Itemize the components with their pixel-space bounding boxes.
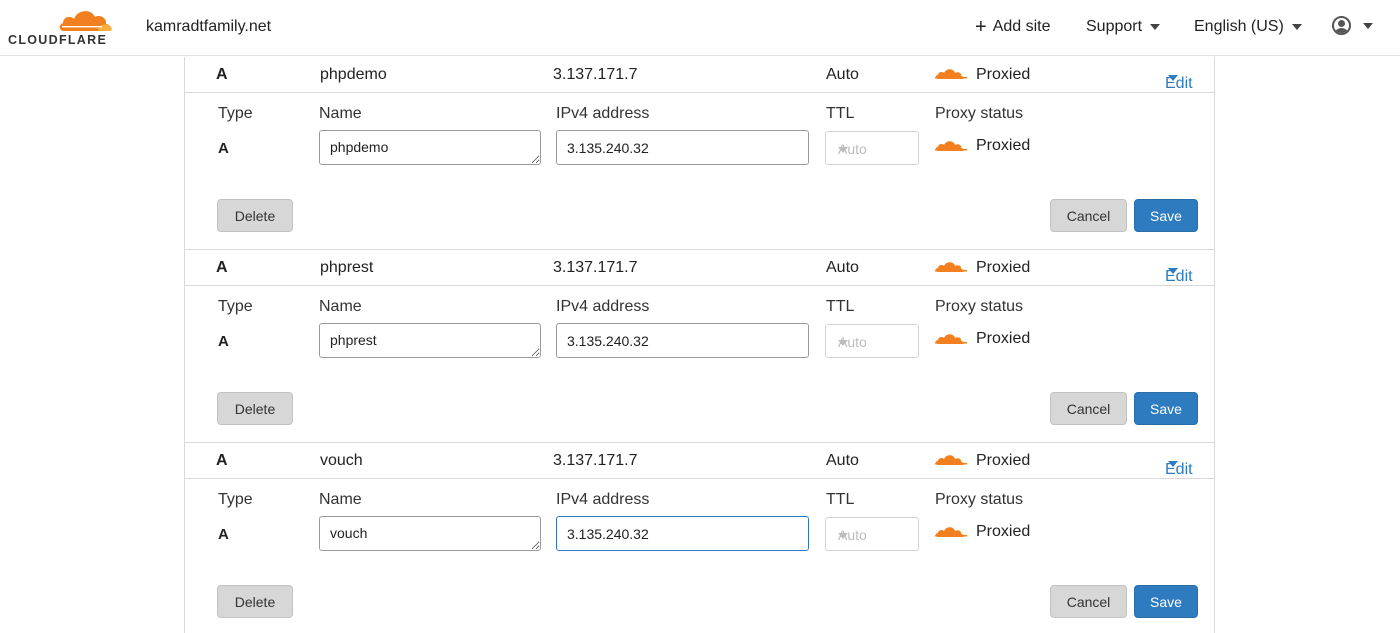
delete-button[interactable]: Delete: [217, 199, 293, 232]
cloudflare-logo[interactable]: CLOUDFLARE: [8, 6, 116, 48]
name-input[interactable]: phpdemo: [319, 130, 541, 165]
chevron-down-icon: [1363, 22, 1373, 29]
save-button[interactable]: Save: [1134, 199, 1198, 232]
logo-wordmark: CLOUDFLARE: [8, 33, 108, 47]
add-site-label: Add site: [992, 18, 1051, 35]
ipv4-input[interactable]: [556, 130, 809, 165]
ttl-select[interactable]: Auto: [825, 324, 919, 358]
record-content: 3.137.171.7: [553, 66, 638, 83]
ttl-select[interactable]: Auto: [825, 131, 919, 165]
record-proxy-status: Proxied: [976, 259, 1031, 276]
caret-down-icon: [1168, 461, 1178, 467]
type-label: Type: [218, 491, 253, 508]
proxied-cloud-icon: [935, 334, 967, 344]
support-menu[interactable]: Support: [1086, 18, 1161, 36]
ipv4-input[interactable]: [556, 323, 809, 358]
record-edit-form: Type Name IPv4 address TTL Proxy status …: [185, 286, 1214, 443]
chevron-down-icon: [838, 147, 848, 153]
record-ttl: Auto: [826, 66, 859, 83]
record-name: vouch: [320, 452, 363, 469]
proxy-status-value: Proxied: [976, 330, 1031, 347]
top-nav: CLOUDFLARE kamradtfamily.net + Add site …: [0, 0, 1400, 56]
type-label: Type: [218, 105, 253, 122]
ipv4-label: IPv4 address: [556, 105, 650, 122]
user-menu[interactable]: [1332, 16, 1373, 35]
ttl-select[interactable]: Auto: [825, 517, 919, 551]
user-avatar-icon: [1332, 16, 1351, 35]
chevron-down-icon: [838, 533, 848, 539]
record-content: 3.137.171.7: [553, 259, 638, 276]
add-site-link[interactable]: + Add site: [975, 16, 1051, 38]
save-button[interactable]: Save: [1134, 585, 1198, 618]
cancel-button[interactable]: Cancel: [1050, 199, 1127, 232]
cancel-button[interactable]: Cancel: [1050, 392, 1127, 425]
dns-record: A phpdemo 3.137.171.7 Auto Proxied Edit …: [185, 57, 1214, 250]
chevron-down-icon: [1291, 24, 1302, 30]
record-edit-form: Type Name IPv4 address TTL Proxy status …: [185, 479, 1214, 633]
proxy-status-label: Proxy status: [935, 298, 1024, 315]
caret-down-icon: [1168, 75, 1178, 81]
record-summary-row[interactable]: A phprest 3.137.171.7 Auto Proxied Edit: [185, 250, 1214, 286]
type-label: Type: [218, 298, 253, 315]
chevron-down-icon: [838, 340, 848, 346]
name-input[interactable]: vouch: [319, 516, 541, 551]
name-label: Name: [319, 491, 362, 508]
record-edit-form: Type Name IPv4 address TTL Proxy status …: [185, 93, 1214, 250]
language-label: English (US): [1194, 18, 1284, 35]
record-type: A: [216, 259, 228, 276]
caret-down-icon: [1168, 268, 1178, 274]
proxied-cloud-icon: [935, 453, 967, 472]
ttl-label: TTL: [826, 105, 855, 122]
proxied-cloud-icon: [935, 141, 967, 151]
record-type: A: [216, 452, 228, 469]
dns-records-table: A phpdemo 3.137.171.7 Auto Proxied Edit …: [184, 57, 1215, 633]
ipv4-label: IPv4 address: [556, 298, 650, 315]
support-label: Support: [1086, 18, 1143, 35]
type-value: A: [218, 140, 229, 157]
record-summary-row[interactable]: A phpdemo 3.137.171.7 Auto Proxied Edit: [185, 57, 1214, 93]
record-ttl: Auto: [826, 452, 859, 469]
name-input[interactable]: phprest: [319, 323, 541, 358]
dns-record: A vouch 3.137.171.7 Auto Proxied Edit Ty…: [185, 443, 1214, 633]
proxy-status-value: Proxied: [976, 523, 1031, 540]
proxy-status-toggle[interactable]: Proxied: [935, 523, 1030, 541]
record-name: phprest: [320, 259, 374, 276]
record-summary-row[interactable]: A vouch 3.137.171.7 Auto Proxied Edit: [185, 443, 1214, 479]
name-label: Name: [319, 105, 362, 122]
proxy-status-label: Proxy status: [935, 491, 1024, 508]
save-button[interactable]: Save: [1134, 392, 1198, 425]
plus-icon: +: [975, 16, 987, 38]
proxy-status-toggle[interactable]: Proxied: [935, 137, 1030, 155]
delete-button[interactable]: Delete: [217, 392, 293, 425]
proxied-cloud-icon: [935, 527, 967, 537]
record-proxy-status: Proxied: [976, 66, 1031, 83]
name-label: Name: [319, 298, 362, 315]
proxied-cloud-icon: [935, 260, 967, 279]
language-menu[interactable]: English (US): [1194, 18, 1302, 36]
record-content: 3.137.171.7: [553, 452, 638, 469]
record-proxy-status: Proxied: [976, 452, 1031, 469]
chevron-down-icon: [1150, 24, 1161, 30]
ttl-label: TTL: [826, 491, 855, 508]
cancel-button[interactable]: Cancel: [1050, 585, 1127, 618]
ipv4-input[interactable]: [556, 516, 809, 551]
type-value: A: [218, 526, 229, 543]
record-type: A: [216, 66, 228, 83]
ipv4-label: IPv4 address: [556, 491, 650, 508]
proxied-cloud-icon: [935, 67, 967, 86]
proxy-status-toggle[interactable]: Proxied: [935, 330, 1030, 348]
dns-record: A phprest 3.137.171.7 Auto Proxied Edit …: [185, 250, 1214, 443]
delete-button[interactable]: Delete: [217, 585, 293, 618]
record-ttl: Auto: [826, 259, 859, 276]
current-domain[interactable]: kamradtfamily.net: [146, 18, 271, 36]
type-value: A: [218, 333, 229, 350]
cloud-logo-icon: [59, 11, 112, 31]
proxy-status-label: Proxy status: [935, 105, 1024, 122]
ttl-label: TTL: [826, 298, 855, 315]
record-name: phpdemo: [320, 66, 387, 83]
proxy-status-value: Proxied: [976, 137, 1031, 154]
